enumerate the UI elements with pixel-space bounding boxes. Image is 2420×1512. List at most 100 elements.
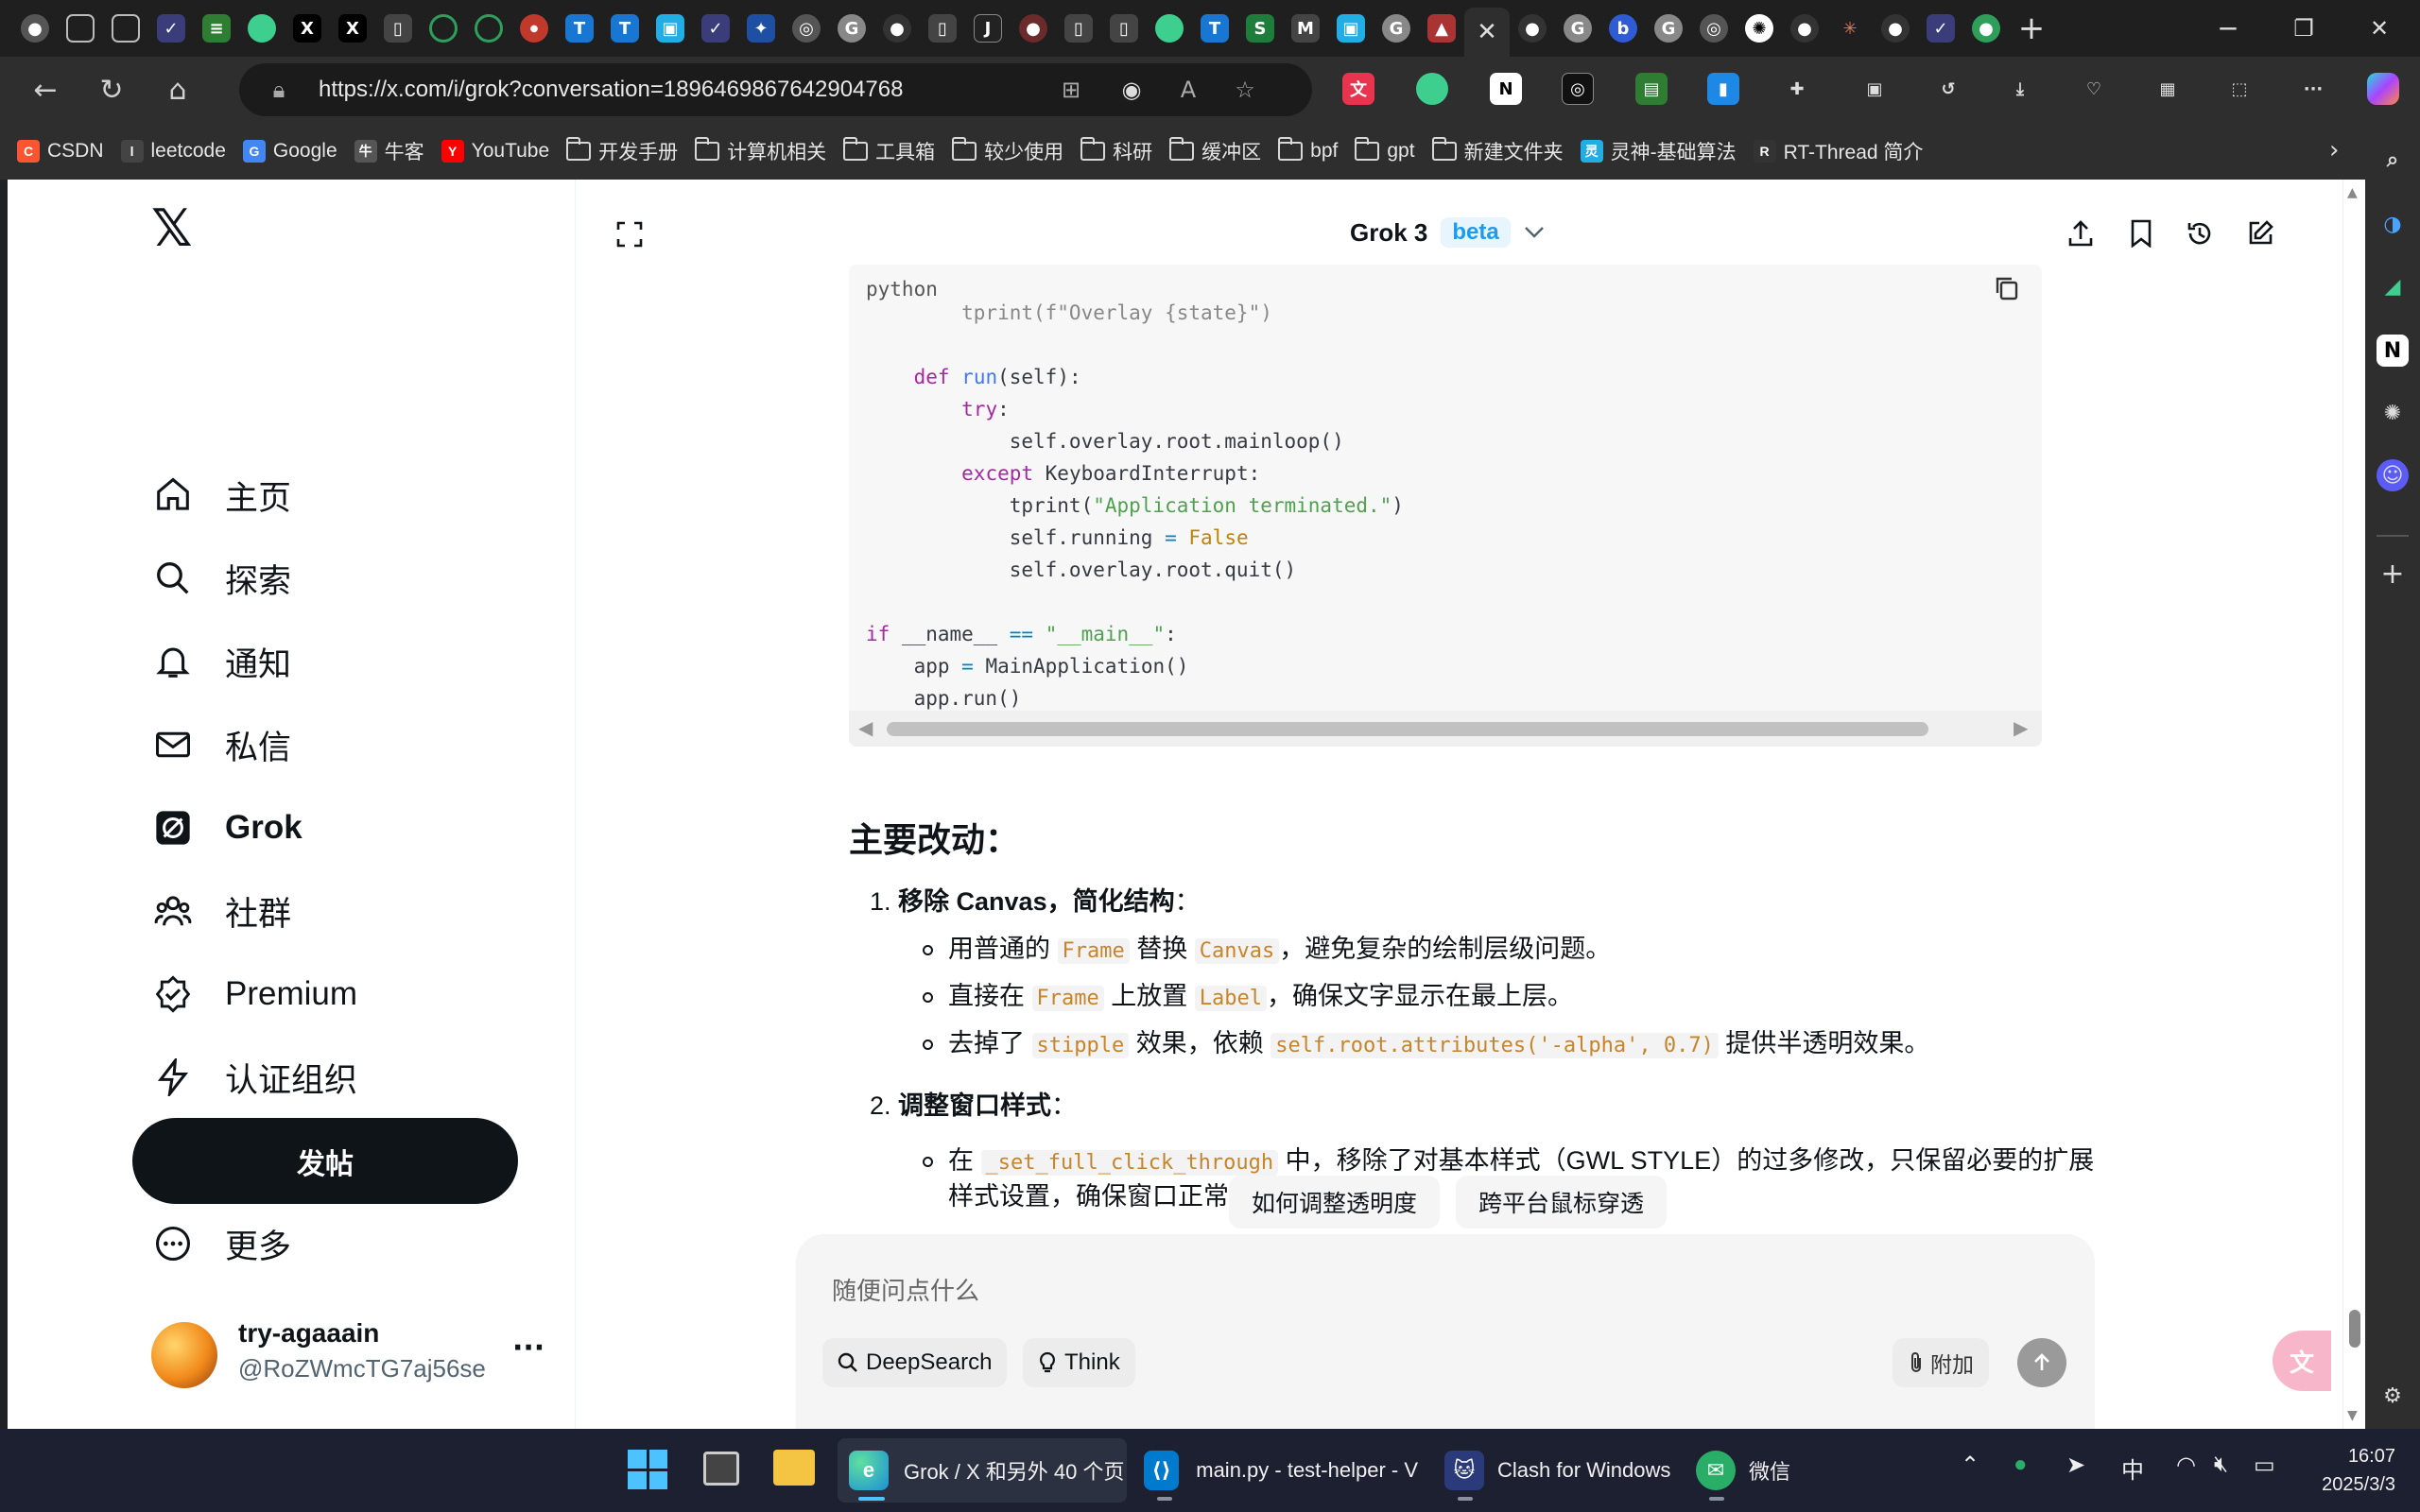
history-icon[interactable]	[2182, 215, 2218, 251]
tab-favicon[interactable]: ✓	[1927, 14, 1955, 43]
scroll-right-icon[interactable]: ▶	[2014, 716, 2028, 739]
x-logo-icon[interactable]: 𝕏	[151, 198, 193, 258]
sidebar-item-0[interactable]: 主页	[151, 465, 291, 525]
tab-favicon[interactable]: ✦	[747, 14, 775, 43]
bookmark-3[interactable]: 牛牛客	[354, 137, 424, 165]
bookmark-13[interactable]: 新建文件夹	[1431, 137, 1564, 165]
tab-favicon[interactable]: ✓	[701, 14, 730, 43]
sidebar-item-3[interactable]: 私信	[151, 714, 291, 775]
account-switcher[interactable]: try-agaaain @RoZWmcTG7aj56se ···	[151, 1318, 548, 1390]
sidebar-item-5[interactable]: 社群	[151, 881, 291, 941]
tab-favicon[interactable]: G	[838, 14, 866, 43]
extension-icon[interactable]: ◑	[2377, 208, 2409, 240]
tab-favicon[interactable]: ✺	[1745, 14, 1773, 43]
tab-favicon[interactable]: G	[1654, 14, 1683, 43]
tab-favicon[interactable]: ●	[1790, 14, 1819, 43]
deepsearch-button[interactable]: DeepSearch	[822, 1338, 1008, 1387]
new-chat-icon[interactable]	[2242, 215, 2278, 251]
extensions-puzzle-icon[interactable]: ✚	[1781, 73, 1813, 105]
app-icon[interactable]: ⊞	[1056, 75, 1086, 105]
page-scrollbar[interactable]: ▲ ▼	[2342, 180, 2365, 1429]
history-icon[interactable]: ↺	[1932, 73, 1964, 105]
restore-icon[interactable]: ❐	[2267, 0, 2341, 57]
tab-favicon[interactable]: J	[974, 14, 1002, 43]
system-clock[interactable]: 16:07 2025/3/3	[2308, 1442, 2395, 1499]
tab-favicon[interactable]: G	[1382, 14, 1410, 43]
sidebar-item-4[interactable]: Grok	[151, 798, 302, 858]
tab-favicon[interactable]: ▯	[384, 14, 412, 43]
tab-favicon[interactable]: ▲	[1427, 14, 1456, 43]
tab-favicon[interactable]: ●	[1972, 14, 2000, 43]
bookmark-6[interactable]: 计算机相关	[695, 137, 826, 165]
tab-favicon[interactable]: T	[565, 14, 594, 43]
close-window-icon[interactable]: ✕	[2342, 0, 2416, 57]
menu-dots-icon[interactable]: ···	[2297, 73, 2329, 105]
add-icon[interactable]: +	[2377, 558, 2409, 591]
bookmark-15[interactable]: R RT-Thread 简介	[1753, 137, 1923, 165]
tab-favicon[interactable]: ●	[883, 14, 911, 43]
tab-favicon[interactable]: ◎	[1700, 14, 1728, 43]
sidebar-item-2[interactable]: 通知	[151, 631, 291, 692]
copy-icon[interactable]	[1993, 274, 2023, 304]
taskbar-app-wechat[interactable]: ✉ 微信	[1696, 1438, 1809, 1503]
tab-favicon[interactable]: ▯	[928, 14, 957, 43]
search-icon[interactable]: ⌕	[2377, 144, 2409, 176]
tab-favicon[interactable]: ✳	[1836, 14, 1864, 43]
tab-favicon[interactable]: ●	[1019, 14, 1047, 43]
tab-favicon[interactable]: ▯	[1110, 14, 1138, 43]
bookmark-14[interactable]: 灵灵神-基础算法	[1580, 137, 1737, 165]
favorite-star-icon[interactable]: ☆	[1230, 75, 1260, 105]
tab-favicon[interactable]: ◎	[792, 14, 821, 43]
tab-favicon[interactable]: ▯	[1064, 14, 1093, 43]
tab-favicon[interactable]: ▣	[656, 14, 684, 43]
scroll-left-icon[interactable]: ◀	[858, 716, 873, 739]
profile-avatar-icon[interactable]: ●	[21, 14, 49, 43]
bookmark-12[interactable]: gpt	[1355, 137, 1415, 163]
tab-actions-icon[interactable]	[112, 14, 140, 43]
extension-icon[interactable]: ◎	[1562, 73, 1594, 105]
translate-extension-icon[interactable]: 文	[1342, 73, 1374, 105]
tab-favicon[interactable]: T	[1201, 14, 1229, 43]
sidebar-item-9[interactable]: 更多	[151, 1213, 291, 1274]
bookmark-11[interactable]: bpf	[1278, 137, 1338, 163]
new-tab-icon[interactable]: +	[2017, 9, 2046, 47]
sidebar-item-6[interactable]: Premium	[151, 964, 357, 1024]
more-dots-icon[interactable]: ···	[512, 1332, 544, 1365]
minimize-icon[interactable]: ─	[2191, 0, 2265, 57]
tab-favicon[interactable]: G	[1564, 14, 1592, 43]
url-text[interactable]: https://x.com/i/grok?conversation=189646…	[319, 77, 903, 103]
tab-favicon[interactable]: M	[1291, 14, 1320, 43]
bookmark-10[interactable]: 缓冲区	[1169, 137, 1261, 165]
extension-icon[interactable]	[1416, 73, 1448, 105]
suggestion-chip[interactable]: 跨平台鼠标穿透	[1456, 1176, 1668, 1228]
taskbar-app-vscode[interactable]: ⟨⟩ main.py - test-helper - V	[1144, 1438, 1418, 1503]
send-icon[interactable]: ➤	[2066, 1452, 2085, 1479]
expand-icon[interactable]	[613, 217, 647, 251]
workspace-icon[interactable]: ▦	[2152, 73, 2184, 105]
tab-favicon[interactable]	[475, 14, 503, 43]
extension-icon[interactable]: ▤	[1635, 73, 1668, 105]
think-button[interactable]: Think	[1023, 1338, 1135, 1387]
copilot-icon[interactable]	[2367, 73, 2399, 105]
post-button[interactable]: 发帖	[132, 1118, 518, 1204]
show-hidden-icons-icon[interactable]: ⌃	[1961, 1452, 1979, 1479]
home-icon[interactable]: ⌂	[155, 67, 200, 112]
wechat-tray-icon[interactable]: ●	[2014, 1452, 2028, 1478]
bookmark-4[interactable]: Y YouTube	[441, 140, 549, 163]
tab-favicon[interactable]: T	[611, 14, 639, 43]
sidebar-item-7[interactable]: 认证组织	[151, 1047, 357, 1108]
tab-favicon[interactable]: ▣	[1337, 14, 1365, 43]
bookmark-icon[interactable]	[2123, 215, 2159, 251]
scrollbar-thumb[interactable]	[887, 722, 1928, 736]
ime-indicator[interactable]: 中	[2121, 1452, 2144, 1485]
notion-icon[interactable]: N	[2377, 335, 2409, 367]
bookmark-1[interactable]: l leetcode	[120, 140, 226, 163]
close-tab-icon[interactable]: ✕	[1477, 18, 1497, 46]
bookmark-2[interactable]: G Google	[242, 140, 337, 163]
translate-float-icon[interactable]: 文	[2273, 1331, 2331, 1391]
code-scrollbar[interactable]: ◀ ▶	[849, 711, 2042, 747]
read-aloud-icon[interactable]: A	[1173, 75, 1203, 105]
suggestion-chip[interactable]: 如何调整透明度	[1229, 1176, 1441, 1228]
tab-favicon[interactable]	[1155, 14, 1184, 43]
tab-favicon[interactable]: ●	[1881, 14, 1910, 43]
